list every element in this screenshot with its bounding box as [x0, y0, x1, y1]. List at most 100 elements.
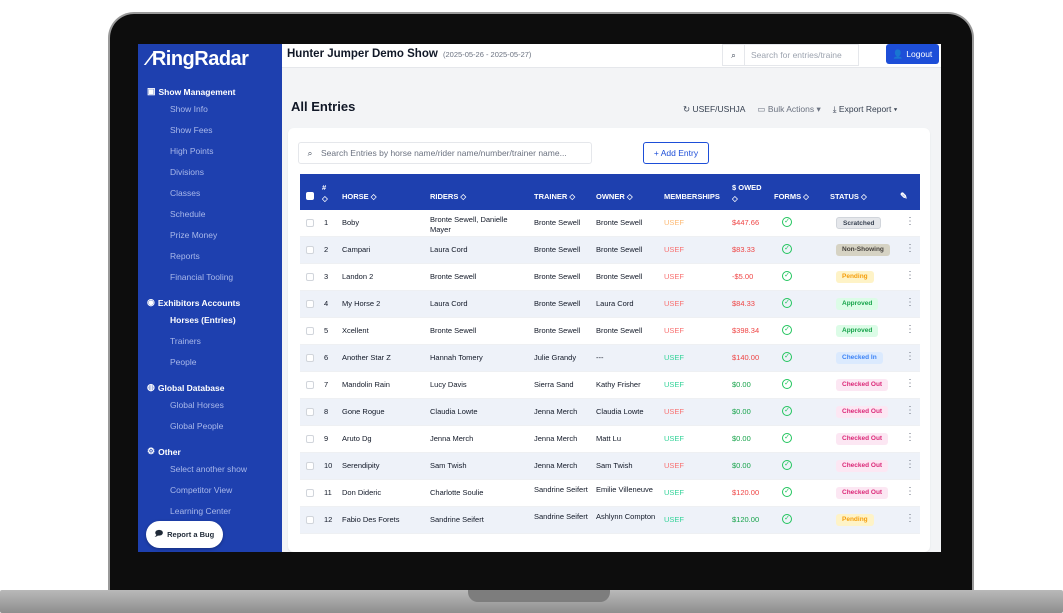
row-menu-icon[interactable]: ⋮	[905, 351, 915, 362]
sidebar-item-competitor-view[interactable]: Competitor View	[170, 485, 232, 495]
row-menu-icon[interactable]: ⋮	[905, 486, 915, 497]
sidebar-section-global-database[interactable]: ◍ Global Database	[147, 382, 224, 393]
sidebar-item-schedule[interactable]: Schedule	[170, 209, 205, 219]
cell-riders[interactable]: Laura Cord	[430, 245, 522, 254]
cell-owner[interactable]: Bronte Sewell	[596, 245, 656, 254]
cell-owner[interactable]: Bronte Sewell	[596, 218, 656, 227]
cell-owner[interactable]: Claudia Lowte	[596, 407, 656, 416]
table-row[interactable]: 11 Don Dideric Charlotte Soulie Sandrine Se…	[300, 480, 920, 507]
cell-trainer[interactable]: Jenna Merch	[534, 407, 592, 416]
table-row[interactable]: 9 Aruto Dg Jenna Merch Jenna Merch Matt Lu US…	[300, 426, 920, 453]
cell-trainer[interactable]: Bronte Sewell	[534, 218, 592, 227]
status-badge[interactable]: Scratched	[836, 217, 882, 229]
cell-owner[interactable]: Ashlynn Compton	[596, 512, 656, 522]
row-menu-icon[interactable]: ⋮	[905, 513, 915, 524]
cell-horse[interactable]: Gone Rogue	[342, 407, 385, 416]
sidebar-item-show-fees[interactable]: Show Fees	[170, 125, 213, 135]
col-status[interactable]: STATUS ◇	[830, 192, 867, 201]
cell-horse[interactable]: Don Dideric	[342, 488, 381, 497]
cell-trainer[interactable]: Bronte Sewell	[534, 299, 592, 308]
cell-trainer[interactable]: Sandrine Seifert	[534, 512, 592, 522]
row-checkbox[interactable]	[306, 435, 314, 443]
col-memberships[interactable]: MEMBERSHIPS	[664, 192, 720, 201]
row-checkbox[interactable]	[306, 219, 314, 227]
cell-horse[interactable]: My Horse 2	[342, 299, 380, 308]
cell-riders[interactable]: Bronte Sewell	[430, 326, 522, 335]
cell-riders[interactable]: Sam Twish	[430, 461, 522, 470]
row-checkbox[interactable]	[306, 489, 314, 497]
cell-horse[interactable]: Landon 2	[342, 272, 373, 281]
cell-riders[interactable]: Bronte Sewell	[430, 272, 522, 281]
cell-riders[interactable]: Sandrine Seifert	[430, 515, 522, 524]
cell-riders[interactable]: Bronte Sewell, Danielle Mayer	[430, 215, 522, 235]
cell-horse[interactable]: Xcellent	[342, 326, 369, 335]
report-bug-button[interactable]: 🗩 Report a Bug	[146, 521, 223, 548]
row-menu-icon[interactable]: ⋮	[905, 405, 915, 416]
cell-trainer[interactable]: Julie Grandy	[534, 353, 592, 362]
table-row[interactable]: 5 Xcellent Bronte Sewell Bronte Sewell Bront…	[300, 318, 920, 345]
status-badge[interactable]: Checked Out	[836, 406, 889, 418]
row-checkbox[interactable]	[306, 408, 314, 416]
cell-riders[interactable]: Hannah Tomery	[430, 353, 522, 362]
table-row[interactable]: 6 Another Star Z Hannah Tomery Julie Grandy…	[300, 345, 920, 372]
row-checkbox[interactable]	[306, 273, 314, 281]
cell-owner[interactable]: Laura Cord	[596, 299, 656, 308]
col-trainer[interactable]: TRAINER ◇	[534, 192, 575, 201]
row-menu-icon[interactable]: ⋮	[905, 270, 915, 281]
cell-horse[interactable]: Boby	[342, 218, 359, 227]
status-badge[interactable]: Pending	[836, 514, 874, 526]
status-badge[interactable]: Approved	[836, 325, 879, 337]
sidebar-item-reports[interactable]: Reports	[170, 251, 200, 261]
cell-owner[interactable]: Bronte Sewell	[596, 326, 656, 335]
row-menu-icon[interactable]: ⋮	[905, 216, 915, 227]
row-checkbox[interactable]	[306, 516, 314, 524]
cell-riders[interactable]: Lucy Davis	[430, 380, 522, 389]
select-all-checkbox[interactable]	[306, 192, 314, 200]
edit-columns-icon[interactable]: ✎	[900, 191, 908, 202]
sidebar-item-trainers[interactable]: Trainers	[170, 336, 201, 346]
table-row[interactable]: 1 Boby Bronte Sewell, Danielle Mayer Bronte…	[300, 210, 920, 237]
cell-horse[interactable]: Serendipity	[342, 461, 380, 470]
table-row[interactable]: 12 Fabio Des Forets Sandrine Seifert Sandri…	[300, 507, 920, 534]
cell-riders[interactable]: Laura Cord	[430, 299, 522, 308]
table-row[interactable]: 2 Campari Laura Cord Bronte Sewell Bronte Se…	[300, 237, 920, 264]
logout-button[interactable]: 👤 Logout	[886, 44, 939, 64]
cell-trainer[interactable]: Jenna Merch	[534, 461, 592, 470]
row-menu-icon[interactable]: ⋮	[905, 378, 915, 389]
cell-trainer[interactable]: Bronte Sewell	[534, 272, 592, 281]
sidebar-section-show-management[interactable]: ▣ Show Management	[147, 86, 236, 97]
row-menu-icon[interactable]: ⋮	[905, 243, 915, 254]
bulk-actions-dropdown[interactable]: ▭ Bulk Actions ▾	[757, 104, 820, 115]
add-entry-button[interactable]: + Add Entry	[643, 142, 709, 164]
export-report-dropdown[interactable]: ⤓ Export Report ▾	[833, 104, 898, 115]
sidebar-item-classes[interactable]: Classes	[170, 188, 200, 198]
status-badge[interactable]: Non-Showing	[836, 244, 890, 256]
sidebar-item-global-people[interactable]: Global People	[170, 421, 223, 431]
sidebar-item-learning-center[interactable]: Learning Center	[170, 506, 231, 516]
row-checkbox[interactable]	[306, 300, 314, 308]
row-menu-icon[interactable]: ⋮	[905, 459, 915, 470]
status-badge[interactable]: Checked Out	[836, 379, 889, 391]
cell-owner[interactable]: Bronte Sewell	[596, 272, 656, 281]
sidebar-section-exhibitors-accounts[interactable]: ◉ Exhibitors Accounts	[147, 297, 240, 308]
status-badge[interactable]: Checked Out	[836, 487, 889, 499]
cell-owner[interactable]: Matt Lu	[596, 434, 656, 443]
sidebar-item-financial-tooling[interactable]: Financial Tooling	[170, 272, 233, 282]
cell-owner[interactable]: Kathy Frisher	[596, 380, 656, 389]
cell-owner[interactable]: Sam Twish	[596, 461, 656, 470]
col-riders[interactable]: RIDERS ◇	[430, 192, 466, 201]
table-row[interactable]: 8 Gone Rogue Claudia Lowte Jenna Merch Claud…	[300, 399, 920, 426]
row-checkbox[interactable]	[306, 462, 314, 470]
sidebar-item-people[interactable]: People	[170, 357, 196, 367]
sidebar-item-select-another-show[interactable]: Select another show	[170, 464, 247, 474]
row-menu-icon[interactable]: ⋮	[905, 324, 915, 335]
cell-owner[interactable]: Emilie Villeneuve	[596, 485, 656, 495]
status-badge[interactable]: Approved	[836, 298, 879, 310]
cell-horse[interactable]: Fabio Des Forets	[342, 515, 400, 524]
status-badge[interactable]: Checked In	[836, 352, 883, 364]
cell-riders[interactable]: Jenna Merch	[430, 434, 522, 443]
sidebar-section-other[interactable]: ⚙ Other	[147, 446, 181, 457]
cell-owner[interactable]: ---	[596, 353, 656, 362]
sidebar-item-global-horses[interactable]: Global Horses	[170, 400, 224, 410]
cell-trainer[interactable]: Bronte Sewell	[534, 245, 592, 254]
